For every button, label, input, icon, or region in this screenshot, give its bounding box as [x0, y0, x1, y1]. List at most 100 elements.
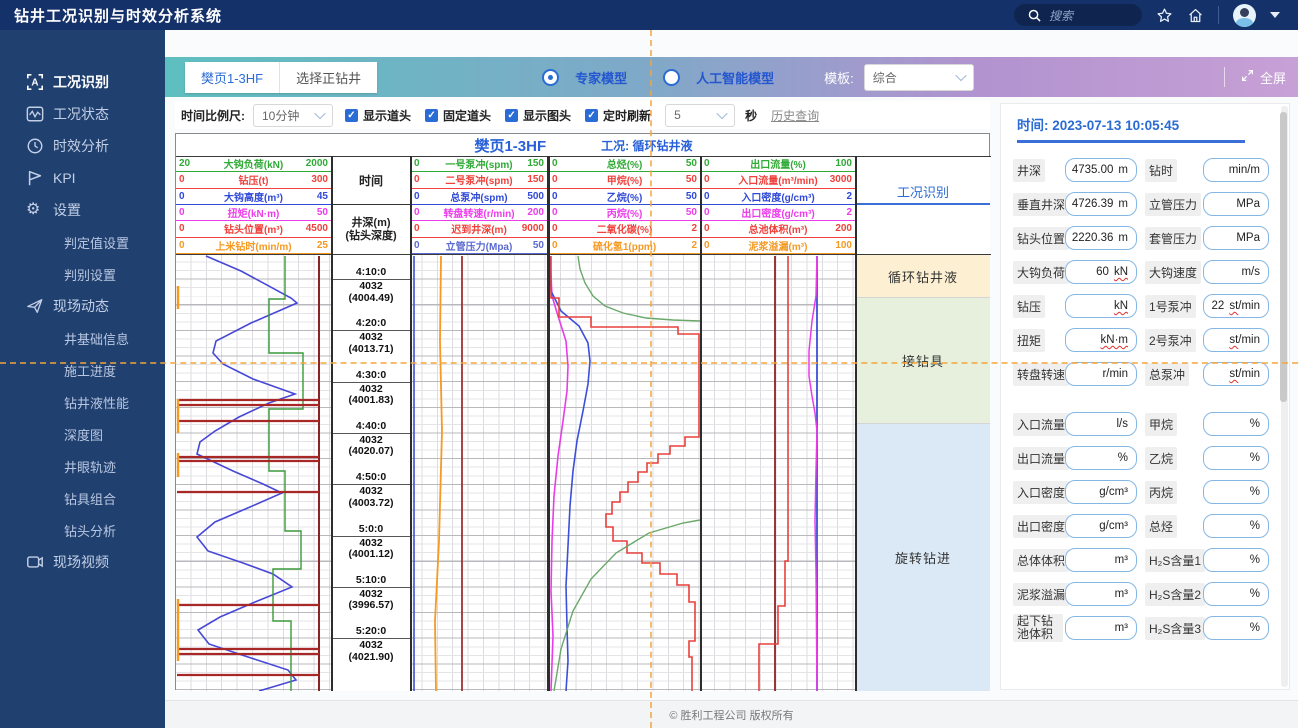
sidebar-menu: A 工况识别 工况状态 时效分析 KPI ⚙ 设置 判定值设置判别设置现场动态 井基础信息 施工进…: [0, 30, 165, 578]
field-label-text: 起下钻池体积: [1013, 614, 1063, 642]
sidebar-item-0[interactable]: A 工况识别: [0, 66, 165, 98]
sidebar-item-13[interactable]: 钻具组合: [0, 482, 165, 514]
curve-scale-row: 0 总池体积(m³) 200: [701, 221, 855, 238]
sidebar-item-7[interactable]: 现场动态: [0, 290, 165, 322]
time-block: 4:10:0 4032 (4004.49): [331, 266, 411, 304]
checkbox-3[interactable]: ✓ 定时刷新: [585, 107, 651, 124]
search-box[interactable]: 搜索: [1014, 4, 1142, 26]
curve-name: 总泵冲(spm): [450, 192, 508, 204]
sidebar-item-10[interactable]: 钻井液性能: [0, 386, 165, 418]
field-input[interactable]: 4735.00 m: [1065, 158, 1137, 182]
panel-scrollbar[interactable]: [1280, 106, 1288, 687]
field-label-text: 大钩速度: [1145, 260, 1202, 284]
avatar[interactable]: [1233, 3, 1256, 27]
field-unit: MPa: [1236, 198, 1260, 210]
field-input[interactable]: MPa: [1203, 192, 1269, 216]
field-input[interactable]: %: [1203, 616, 1269, 640]
expert-model-label[interactable]: 专家模型: [575, 68, 627, 87]
sidebar-item-12[interactable]: 井眼轨迹: [0, 450, 165, 482]
field-input[interactable]: m³: [1065, 548, 1137, 572]
field-input[interactable]: m³: [1065, 616, 1137, 640]
checkbox-0[interactable]: ✓ 显示道头: [345, 107, 411, 124]
checkbox-1[interactable]: ✓ 固定道头: [425, 107, 491, 124]
sidebar-item-14[interactable]: 钻头分析: [0, 514, 165, 546]
select-well-button[interactable]: 选择正钻井: [279, 61, 378, 93]
field-input[interactable]: %: [1203, 548, 1269, 572]
field-input[interactable]: st/min: [1203, 362, 1269, 386]
scrollbar-thumb[interactable]: [1280, 112, 1287, 402]
field-input[interactable]: l/s: [1065, 412, 1137, 436]
sidebar-item-1[interactable]: 工况状态: [0, 98, 165, 130]
chevron-down-icon[interactable]: [1270, 12, 1280, 18]
home-icon[interactable]: [1187, 7, 1204, 24]
field-input[interactable]: %: [1203, 412, 1269, 436]
timescale-select[interactable]: 10分钟: [253, 103, 333, 127]
scale-max: 200: [835, 223, 852, 235]
time-block: 5:20:0 4032 (4021.90): [331, 625, 411, 663]
field-label-text: H₂S含量3: [1145, 616, 1206, 640]
scale-max: 2: [846, 190, 852, 202]
field-unit: kN: [1114, 300, 1128, 312]
field-unit: %: [1249, 622, 1260, 634]
field-input[interactable]: g/cm³: [1065, 514, 1137, 538]
ai-model-label[interactable]: 人工智能模型: [696, 68, 774, 87]
sidebar-item-6[interactable]: 判别设置: [0, 258, 165, 290]
fullscreen-button[interactable]: 全屏: [1223, 67, 1286, 87]
sidebar-item-3[interactable]: KPI: [0, 162, 165, 194]
series-hook-height: [195, 255, 299, 691]
field-label: 垂直井深: [1013, 192, 1070, 216]
star-icon[interactable]: [1156, 7, 1173, 24]
field-input[interactable]: r/min: [1065, 362, 1137, 386]
field-row: 扭矩 kN·m 2号泵冲 st/min: [1013, 327, 1279, 353]
chart-well-title: 樊页1-3HF: [474, 137, 547, 155]
field-input[interactable]: MPa: [1203, 226, 1269, 250]
field-input[interactable]: min/m: [1203, 158, 1269, 182]
field-unit-rest: /min: [1238, 368, 1260, 380]
recognition-section-0: 循环钻井液: [856, 254, 990, 297]
field-input[interactable]: %: [1203, 446, 1269, 470]
timescale-value: 10分钟: [262, 108, 300, 123]
field-unit: m: [1118, 232, 1128, 244]
field-input[interactable]: 2220.36 m: [1065, 226, 1137, 250]
sidebar-item-2[interactable]: 时效分析: [0, 130, 165, 162]
ai-model-radio[interactable]: [663, 68, 681, 86]
timescale-label: 时间比例尺:: [181, 108, 245, 123]
expert-model-radio[interactable]: [542, 68, 560, 86]
field-input[interactable]: %: [1065, 446, 1137, 470]
field-input[interactable]: kN: [1065, 294, 1137, 318]
field-input[interactable]: m/s: [1203, 260, 1269, 284]
field-input[interactable]: %: [1203, 514, 1269, 538]
sidebar-item-label: 判别设置: [64, 267, 117, 283]
field-unit: m/s: [1241, 266, 1260, 278]
template-select[interactable]: 综合: [863, 63, 974, 91]
refresh-interval-select[interactable]: 5: [665, 103, 736, 127]
sidebar-item-11[interactable]: 深度图: [0, 418, 165, 450]
well-tab[interactable]: 樊页1-3HF: [185, 61, 280, 93]
sidebar-item-8[interactable]: 井基础信息: [0, 322, 165, 354]
field-input[interactable]: 22 st/min: [1203, 294, 1269, 318]
sidebar-item-5[interactable]: 判定值设置: [0, 226, 165, 258]
field-input[interactable]: %: [1203, 480, 1269, 504]
template-value: 综合: [872, 70, 897, 85]
bit-depth: (4003.72): [348, 496, 394, 509]
field-label: 起下钻池体积: [1013, 614, 1065, 642]
field-input[interactable]: 60 kN: [1065, 260, 1137, 284]
sidebar-item-4[interactable]: ⚙ 设置: [0, 194, 165, 226]
checkbox-2[interactable]: ✓ 显示图头: [505, 107, 571, 124]
field-label-text: 套管压力: [1145, 226, 1202, 250]
sidebar-item-15[interactable]: 现场视频: [0, 546, 165, 578]
field-input[interactable]: kN·m: [1065, 328, 1137, 352]
field-input[interactable]: %: [1203, 582, 1269, 606]
field-input[interactable]: g/cm³: [1065, 480, 1137, 504]
field-input[interactable]: 4726.39 m: [1065, 192, 1137, 216]
search-icon: [1028, 9, 1041, 22]
field-input[interactable]: m³: [1065, 582, 1137, 606]
scale-min: 0: [179, 174, 185, 186]
history-query-link[interactable]: 历史查询: [771, 107, 819, 124]
field-input[interactable]: st/min: [1203, 328, 1269, 352]
sidebar-item-9[interactable]: 施工进度: [0, 354, 165, 386]
field-unit-rest: /min: [1238, 300, 1260, 312]
checkbox-label: 定时刷新: [603, 108, 652, 123]
field-unit-rest: /min: [1238, 334, 1260, 346]
topbar-divider: [1218, 6, 1219, 24]
